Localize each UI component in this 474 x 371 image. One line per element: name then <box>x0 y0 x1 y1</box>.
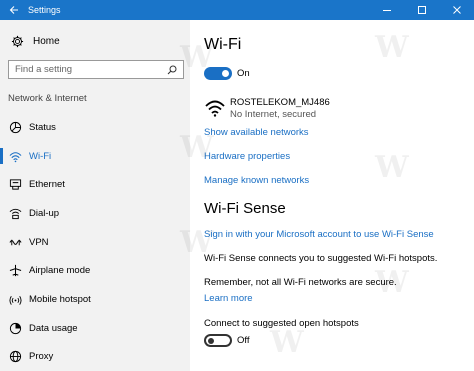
page-title: Wi-Fi <box>204 36 242 53</box>
sidebar-item-ethernet[interactable]: Ethernet <box>0 170 190 199</box>
title-bar: Settings <box>0 0 474 20</box>
wifi-sense-signin-link[interactable]: Sign in with your Microsoft account to u… <box>204 229 434 240</box>
wifi-icon <box>8 149 22 163</box>
wifi-toggle-state: On <box>237 68 250 79</box>
sidebar-item-label: VPN <box>29 236 49 248</box>
home-nav-item[interactable]: Home <box>10 34 60 48</box>
wifi-sense-description: Wi-Fi Sense connects you to suggested Wi… <box>204 253 438 264</box>
maximize-button[interactable] <box>404 0 439 20</box>
back-arrow-icon <box>9 6 18 14</box>
sidebar-item-dialup[interactable]: Dial-up <box>0 199 190 228</box>
wifi-toggle[interactable] <box>204 67 232 80</box>
network-status: No Internet, secured <box>230 109 317 120</box>
network-item[interactable]: ROSTELEKOM_MJ486 No Internet, secured <box>204 97 330 121</box>
sidebar-item-label: Status <box>29 121 56 133</box>
search-placeholder: Find a setting <box>15 64 73 75</box>
hotspots-toggle[interactable] <box>204 334 232 347</box>
sidebar-item-label: Dial-up <box>29 207 60 219</box>
search-input[interactable]: Find a setting <box>8 60 184 79</box>
window-title: Settings <box>28 5 61 15</box>
show-available-networks-link[interactable]: Show available networks <box>204 127 309 138</box>
nav-list: Status Wi-Fi Ethernet Dial-up VPN Airpla… <box>0 113 190 371</box>
learn-more-link[interactable]: Learn more <box>204 293 253 304</box>
minimize-button[interactable] <box>369 0 404 20</box>
status-icon <box>8 120 22 134</box>
sidebar-item-wifi[interactable]: Wi-Fi <box>0 142 190 171</box>
search-icon <box>167 65 177 74</box>
wifi-sense-remember: Remember, not all Wi-Fi networks are sec… <box>204 277 397 288</box>
back-button[interactable] <box>0 0 28 20</box>
data-usage-icon <box>8 321 22 335</box>
sidebar-item-label: Proxy <box>29 351 54 363</box>
manage-known-networks-link[interactable]: Manage known networks <box>204 175 309 186</box>
hotspot-icon <box>8 292 22 306</box>
sidebar-item-mobile-hotspot[interactable]: Mobile hotspot <box>0 285 190 314</box>
hotspots-toggle-state: Off <box>237 335 250 346</box>
sidebar-item-vpn[interactable]: VPN <box>0 228 190 257</box>
globe-icon <box>8 350 22 364</box>
sidebar-item-label: Ethernet <box>29 179 65 191</box>
hardware-properties-link[interactable]: Hardware properties <box>204 151 290 162</box>
settings-window: Settings Home Find a setting Network & I… <box>0 0 474 371</box>
sidebar-item-airplane-mode[interactable]: Airplane mode <box>0 256 190 285</box>
toggle-knob <box>208 337 214 344</box>
sidebar-item-label: Wi-Fi <box>29 150 52 162</box>
wifi-sense-title: Wi-Fi Sense <box>204 200 286 217</box>
dialup-icon <box>8 206 22 220</box>
main-pane: Wi-Fi On ROSTELEKOM_MJ486 No Internet, s… <box>190 20 474 371</box>
wifi-signal-icon <box>205 100 225 117</box>
close-icon <box>452 6 461 14</box>
minimize-icon <box>382 10 391 11</box>
airplane-icon <box>8 264 22 278</box>
network-name: ROSTELEKOM_MJ486 <box>230 97 330 108</box>
sidebar-item-status[interactable]: Status <box>0 113 190 142</box>
hotspots-label: Connect to suggested open hotspots <box>204 318 359 329</box>
ethernet-icon <box>8 178 22 192</box>
vpn-icon <box>8 235 22 249</box>
sidebar-item-label: Airplane mode <box>29 265 91 277</box>
sidebar-item-label: Data usage <box>29 322 78 334</box>
maximize-icon <box>417 6 426 14</box>
home-label: Home <box>33 35 60 47</box>
section-title: Network & Internet <box>8 93 87 104</box>
sidebar: Home Find a setting Network & Internet S… <box>0 20 190 371</box>
sidebar-item-data-usage[interactable]: Data usage <box>0 314 190 343</box>
sidebar-item-proxy[interactable]: Proxy <box>0 343 190 371</box>
close-button[interactable] <box>439 0 474 20</box>
gear-icon <box>10 34 24 48</box>
sidebar-item-label: Mobile hotspot <box>29 293 91 305</box>
toggle-knob <box>222 70 229 77</box>
